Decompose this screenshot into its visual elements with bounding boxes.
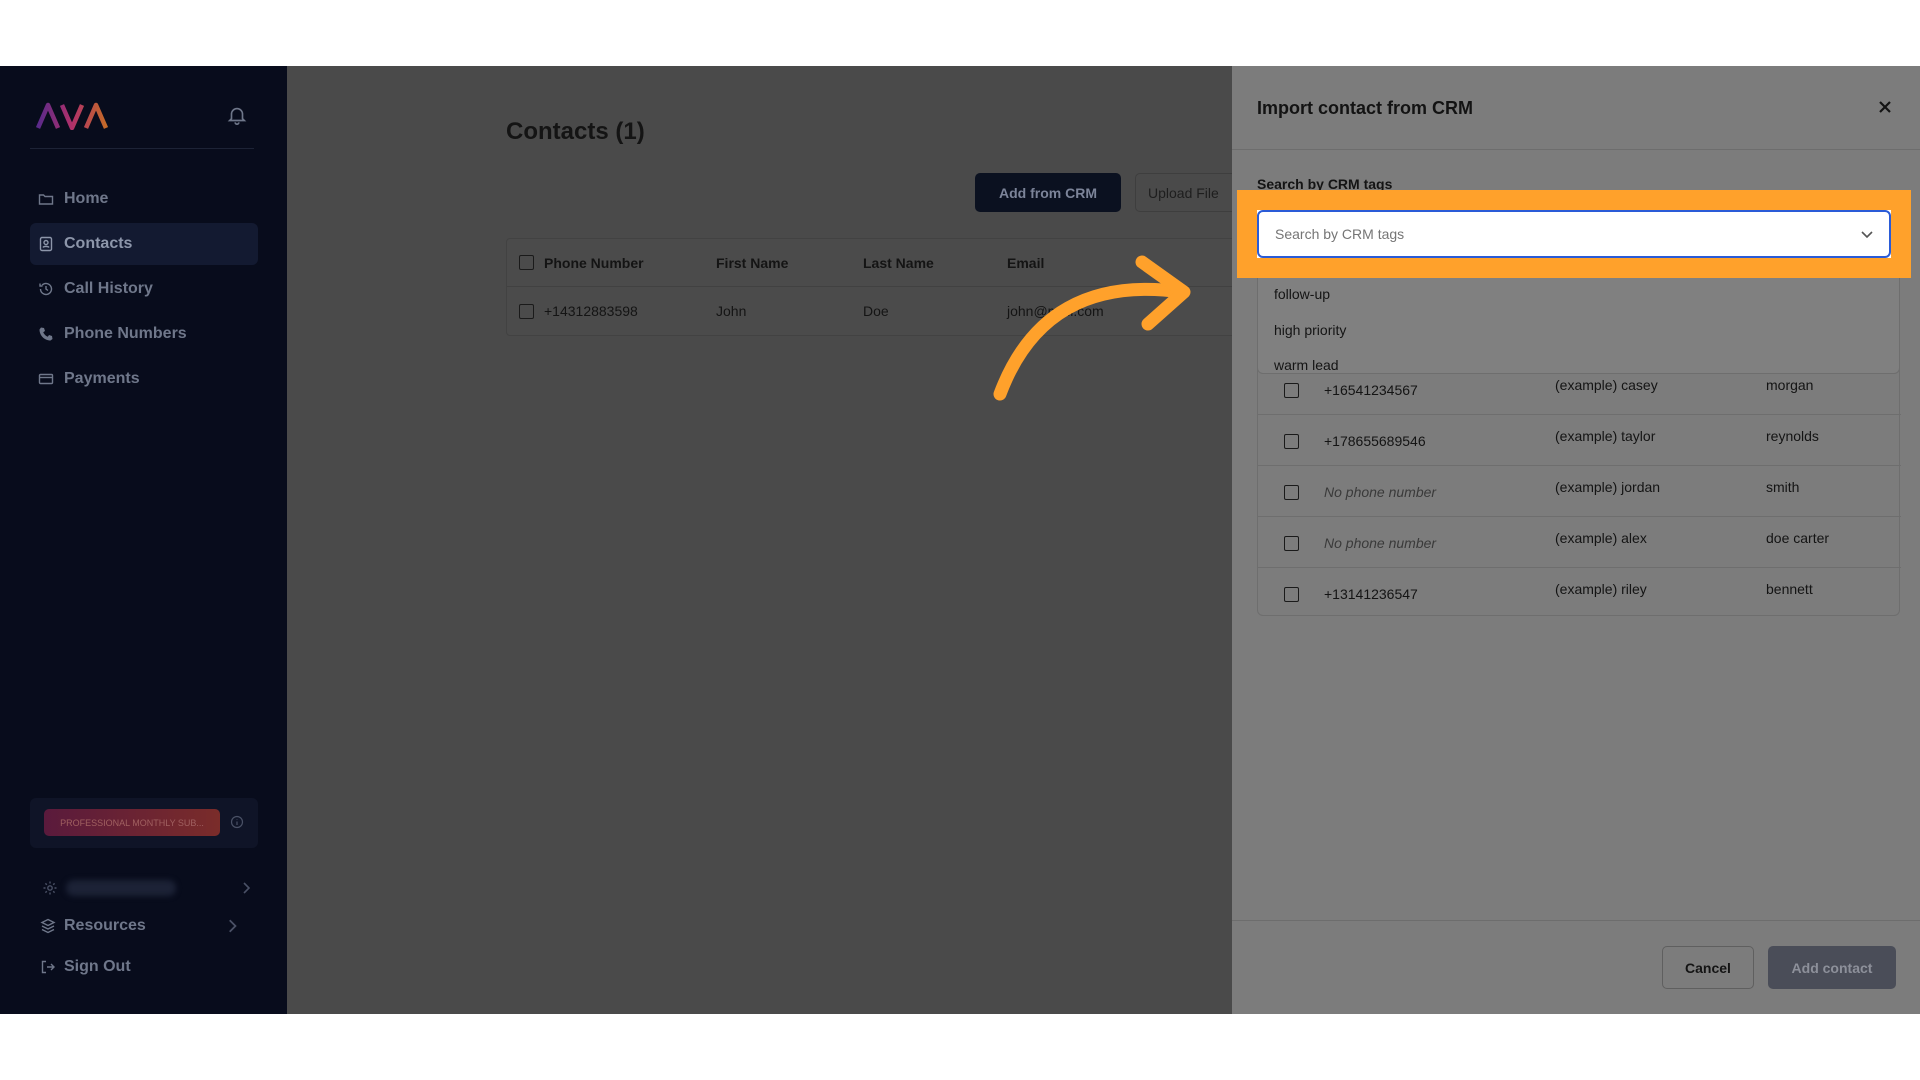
ava-logo — [36, 102, 108, 130]
cell-phone: +178655689546 — [1324, 433, 1426, 449]
tutorial-arrow-icon — [993, 255, 1191, 401]
sidebar-item-call-history[interactable]: Call History — [30, 268, 258, 310]
cell-first-name: (example) taylor — [1555, 428, 1656, 444]
sidebar-item-contacts[interactable]: Contacts — [30, 223, 258, 265]
tag-option[interactable]: high priority — [1274, 322, 1346, 338]
column-header[interactable]: Last Name — [863, 255, 934, 271]
drawer-divider — [1232, 149, 1920, 150]
phone-icon — [39, 327, 53, 341]
folder-icon — [38, 194, 54, 205]
page-title: Contacts (1) — [506, 118, 645, 145]
tag-option[interactable]: follow-up — [1274, 286, 1330, 302]
table-row[interactable]: No phone number (example) jordan smith — [1258, 466, 1901, 517]
sidebar-item-label: Contacts — [64, 235, 133, 252]
table-row[interactable]: +16541234567 (example) casey morgan — [1258, 364, 1901, 415]
column-header[interactable]: Phone Number — [544, 255, 644, 271]
resources-item[interactable]: Resources — [30, 909, 258, 943]
cell-phone: No phone number — [1324, 484, 1437, 500]
cell-phone: +14312883598 — [544, 303, 638, 319]
chevron-right-icon — [229, 919, 237, 933]
sidebar-item-phone-numbers[interactable]: Phone Numbers — [30, 313, 258, 355]
sidebar-item-label: Call History — [64, 280, 153, 297]
column-header[interactable]: First Name — [716, 255, 788, 271]
cell-first-name: (example) alex — [1555, 530, 1647, 546]
main-content: Contacts (1) Add from CRM Upload File Ph… — [287, 66, 1246, 1014]
sidebar-item-home[interactable]: Home — [30, 178, 258, 220]
add-from-crm-button[interactable]: Add from CRM — [975, 173, 1121, 212]
row-checkbox[interactable] — [1284, 587, 1299, 602]
sidebar-item-payments[interactable]: Payments — [30, 358, 258, 400]
cell-phone: No phone number — [1324, 535, 1437, 551]
sidebar-item-label: Phone Numbers — [64, 325, 187, 342]
plan-badge[interactable]: PROFESSIONAL MONTHLY SUB... — [44, 809, 220, 836]
sign-out-item[interactable]: Sign Out — [30, 950, 258, 984]
cell-last-name: doe carter — [1766, 530, 1830, 546]
cell-first-name: John — [716, 303, 747, 319]
app-window: Home Contacts Call History Phone Numbers… — [0, 66, 1920, 1014]
search-box — [1247, 200, 1901, 268]
sidebar-nav: Home Contacts Call History Phone Numbers… — [30, 178, 258, 403]
cell-last-name: smith — [1766, 479, 1800, 495]
blurred-account-name — [66, 880, 176, 896]
table-row[interactable]: +178655689546 (example) taylor reynolds — [1258, 415, 1901, 466]
highlight-frame — [1237, 190, 1911, 278]
footer-divider — [1232, 920, 1920, 921]
tag-dropdown-list: follow-up high priority warm lead — [1257, 268, 1900, 374]
resources-icon — [40, 918, 56, 934]
cell-last-name: bennett — [1766, 581, 1813, 597]
row-checkbox[interactable] — [519, 304, 534, 319]
crm-tag-search-input[interactable] — [1257, 210, 1891, 258]
crm-contacts-table: +16541234567 (example) casey morgan +178… — [1257, 364, 1901, 619]
cell-first-name: (example) casey — [1555, 377, 1658, 393]
select-all-checkbox[interactable] — [519, 255, 534, 270]
cell-last-name: reynolds — [1766, 428, 1819, 444]
table-row[interactable]: No phone number (example) alex doe carte… — [1258, 517, 1901, 568]
sidebar: Home Contacts Call History Phone Numbers… — [0, 66, 287, 1014]
upload-file-button[interactable]: Upload File — [1135, 173, 1245, 212]
settings-row[interactable] — [40, 876, 254, 900]
chevron-down-icon[interactable] — [1859, 226, 1875, 242]
cancel-button[interactable]: Cancel — [1662, 946, 1754, 989]
cell-phone: +13141236547 — [1324, 586, 1418, 602]
card-icon — [38, 373, 54, 385]
add-contact-button[interactable]: Add contact — [1768, 946, 1896, 989]
sidebar-item-label: Payments — [64, 370, 140, 387]
cell-first-name: (example) riley — [1555, 581, 1647, 597]
bell-icon[interactable] — [226, 104, 248, 126]
drawer-title: Import contact from CRM — [1257, 98, 1473, 118]
cell-last-name: Doe — [863, 303, 889, 319]
sign-out-icon — [41, 960, 55, 974]
history-icon — [39, 282, 53, 296]
close-icon[interactable] — [1876, 98, 1894, 116]
subscription-card: PROFESSIONAL MONTHLY SUB... — [30, 798, 258, 848]
row-checkbox[interactable] — [1284, 383, 1299, 398]
cell-first-name: (example) jordan — [1555, 479, 1661, 495]
resources-label: Resources — [64, 917, 146, 934]
row-checkbox[interactable] — [1284, 485, 1299, 500]
info-icon[interactable] — [230, 815, 244, 829]
sidebar-item-label: Home — [64, 190, 109, 207]
gear-icon — [43, 881, 57, 895]
import-drawer: Import contact from CRM Search by CRM ta… — [1232, 66, 1920, 1014]
cell-phone: +16541234567 — [1324, 382, 1418, 398]
chevron-right-icon — [243, 882, 251, 894]
contacts-icon — [39, 236, 53, 252]
cell-last-name: morgan — [1766, 377, 1814, 393]
sidebar-divider — [30, 148, 254, 149]
row-checkbox[interactable] — [1284, 434, 1299, 449]
table-row[interactable]: +13141236547 (example) riley bennett — [1258, 568, 1901, 619]
row-checkbox[interactable] — [1284, 536, 1299, 551]
sign-out-label: Sign Out — [64, 958, 131, 975]
